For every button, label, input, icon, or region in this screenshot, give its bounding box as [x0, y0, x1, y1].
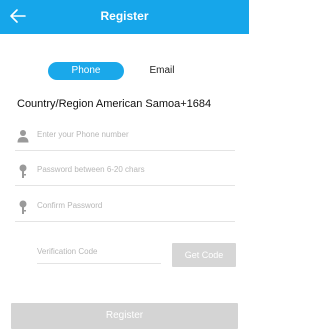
phone-field[interactable]: Enter your Phone number	[15, 124, 235, 151]
verification-code-placeholder: Verification Code	[37, 247, 98, 256]
get-code-button[interactable]: Get Code	[172, 243, 236, 267]
key-icon	[19, 164, 27, 178]
tab-phone[interactable]: Phone	[48, 62, 124, 80]
verification-code-field[interactable]: Verification Code	[37, 243, 161, 264]
tab-email[interactable]: Email	[126, 62, 198, 80]
page-title: Register	[100, 9, 149, 23]
password-field[interactable]: Password between 6-20 chars	[15, 159, 235, 186]
register-button[interactable]: Register	[11, 303, 238, 329]
user-icon	[17, 130, 29, 143]
register-method-toggle: Phone Email	[48, 62, 198, 80]
phone-placeholder: Enter your Phone number	[37, 130, 129, 139]
password-placeholder: Password between 6-20 chars	[37, 165, 145, 174]
confirm-password-placeholder: Confirm Password	[37, 201, 103, 210]
country-region-selector[interactable]: Country/Region American Samoa+1684	[17, 98, 211, 110]
confirm-password-field[interactable]: Confirm Password	[15, 195, 235, 222]
header-bar: Register	[0, 0, 249, 34]
key-icon	[19, 200, 27, 214]
